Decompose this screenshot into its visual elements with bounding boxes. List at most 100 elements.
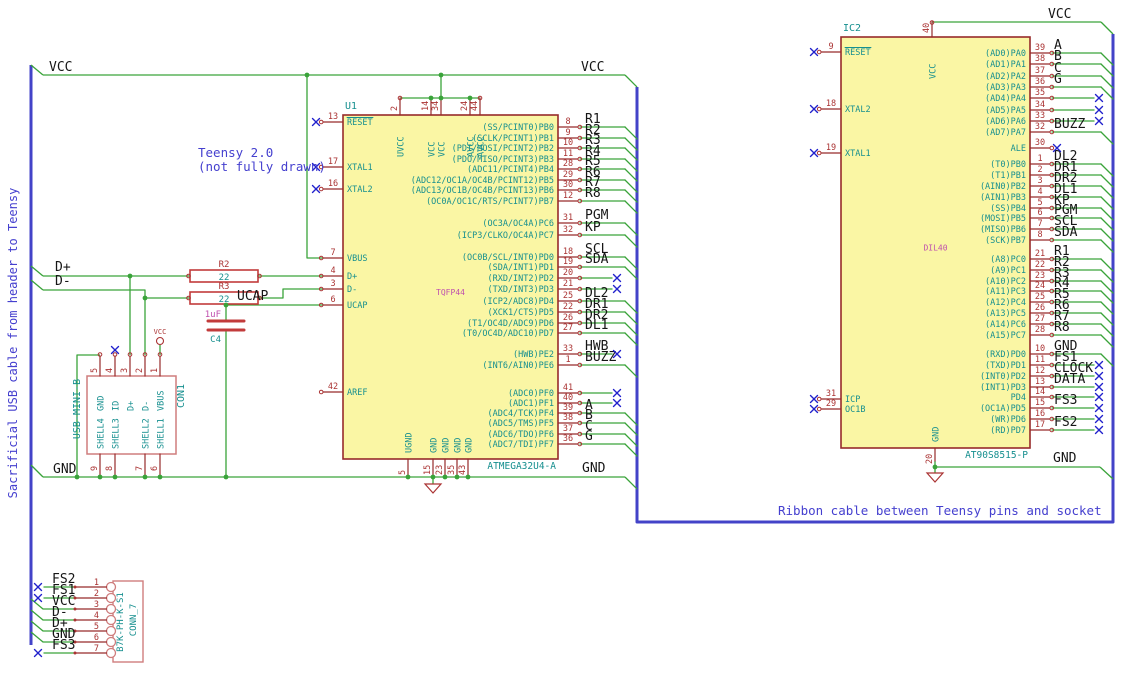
pin-name: (AD3)PA3	[985, 83, 1026, 93]
pin-number: 21	[1035, 249, 1045, 259]
pin-number: 6	[1037, 208, 1042, 218]
pin-name: (OC0B/SCL/INT0)PD0	[462, 253, 554, 263]
pin-number: 31	[826, 389, 836, 399]
pin-number: 5	[94, 622, 99, 632]
pin-name: SHELL4	[97, 418, 107, 449]
pin-number: 6	[330, 295, 335, 305]
pin-number: 33	[563, 344, 573, 354]
pin-name: (T0)PB0	[990, 160, 1026, 170]
pin-name: (AD5)PA5	[985, 106, 1026, 116]
pin-number: 24	[1035, 281, 1045, 291]
pin-name: (ADC4/TCK)PF4	[487, 409, 554, 419]
schematic-canvas[interactable]: U1ATMEGA32U4-ATQFP4413RESET17XTAL116XTAL…	[0, 0, 1131, 690]
pin-name: (AD6)PA6	[985, 117, 1026, 127]
pin-number: 8	[105, 466, 115, 471]
pin-name: AVCC	[467, 137, 477, 157]
pin-name: ID	[112, 401, 122, 411]
connector-value: B7K-PH-K-S1	[116, 592, 126, 652]
junction-dot	[438, 95, 444, 101]
pin-number: 16	[328, 179, 338, 189]
pin-number: 3	[94, 600, 99, 610]
pin-number: 36	[1035, 77, 1045, 87]
pin-name: D+	[347, 272, 357, 282]
pin-name: (INT0)PD2	[980, 372, 1026, 382]
net-label: SDA	[585, 252, 609, 267]
teensy-chip-u1[interactable]: U1ATMEGA32U4-ATQFP4413RESET17XTAL116XTAL…	[318, 97, 583, 478]
pin-name: (OC1A)PD5	[980, 404, 1026, 414]
junction-dot	[112, 474, 118, 480]
pin-number: 2	[390, 106, 400, 111]
pin-number: 13	[1035, 377, 1045, 387]
pin-number: 20	[563, 268, 573, 278]
junction-dot	[932, 464, 938, 470]
note-teensy: (not fully drawn)	[198, 159, 326, 174]
pin-number: 35	[447, 465, 457, 475]
capacitor-value: 1uF	[205, 310, 221, 320]
pin-number: 3	[330, 279, 335, 289]
connector-ref: CONN_7	[129, 604, 139, 637]
pin-number: 6	[150, 466, 160, 471]
pin-name: (AD4)PA4	[985, 94, 1026, 104]
note-sacrificial-cable: Sacrificial USB cable from header to Tee…	[6, 188, 20, 499]
resistor-ref: R3	[219, 282, 230, 292]
pin-name: D+	[127, 401, 137, 411]
junction-dot	[467, 95, 473, 101]
pin-number: 3	[1037, 176, 1042, 186]
net-label: R8	[1054, 320, 1070, 335]
connector-ref: CON1	[176, 384, 187, 408]
net-label: KP	[585, 220, 601, 235]
net-label: SDA	[1054, 225, 1078, 240]
pin-number: 11	[1035, 355, 1045, 365]
net-label: BUZZ	[1054, 117, 1085, 132]
pin-name: XTAL1	[347, 163, 373, 173]
pin-number: 32	[563, 225, 573, 235]
net-label: R8	[585, 186, 601, 201]
pin-number: 15	[423, 465, 433, 475]
net-label: DATA	[1054, 372, 1085, 387]
pin-number: 2	[1037, 165, 1042, 175]
net-label: FS2	[1054, 415, 1077, 430]
pin-number: 38	[1035, 54, 1045, 64]
pin-number: 37	[563, 424, 573, 434]
pin-name: GND	[97, 396, 107, 411]
pin-number: 4	[330, 266, 335, 276]
pin-name: (A10)PC2	[985, 277, 1026, 287]
pin-number: 4	[105, 368, 115, 373]
chip-ref: IC2	[843, 23, 861, 34]
pin-name: VBUS	[347, 254, 367, 264]
pin-name: (RXD/INT2)PD2	[487, 274, 554, 284]
net-label: G	[1054, 72, 1062, 87]
junction-dot	[438, 72, 444, 78]
chip-value: AT90S8515-P	[965, 450, 1028, 461]
pin-name: (RD)PD7	[990, 426, 1026, 436]
pin-name: GND	[442, 438, 452, 453]
pin-name: (ADC13/OC1B/OC4B/PCINT13)PB6	[411, 186, 554, 196]
pin-name: (ICP3/CLKO/OC4A)PC7	[457, 231, 554, 241]
junction-dot	[157, 474, 163, 480]
pin-number: 9	[828, 42, 833, 52]
pin-number: 2	[94, 589, 99, 599]
net-label: GND	[1053, 451, 1077, 466]
pin-name: GND	[932, 427, 942, 442]
pin-number: 40	[563, 393, 573, 403]
pin-number: 25	[563, 291, 573, 301]
pin-number: 5	[398, 470, 408, 475]
pin-name: UVCC	[397, 137, 407, 157]
pin-number: 1	[94, 578, 99, 588]
pin-number: 26	[563, 313, 573, 323]
net-label: UCAP	[237, 289, 268, 304]
pin-number: 18	[826, 99, 836, 109]
pin-number: 7	[330, 248, 335, 258]
pin-name: (ADC1)PF1	[508, 399, 554, 409]
pin-name: AREF	[347, 388, 367, 398]
pin-name: (MOSI)PB5	[980, 214, 1026, 224]
pin-number: 4	[1037, 187, 1042, 197]
pin-number: 27	[563, 323, 573, 333]
pin-name: (RXD)PD0	[985, 350, 1026, 360]
net-label: D-	[55, 274, 71, 289]
pin-name: XTAL2	[347, 185, 373, 195]
pin-name: (AIN1)PB3	[980, 193, 1026, 203]
pin-number: 5	[90, 368, 100, 373]
junction-dot	[405, 474, 411, 480]
socket-chip-ic2[interactable]: IC2AT90S8515-PDIL409RESET18XTAL219XTAL13…	[816, 21, 1055, 464]
